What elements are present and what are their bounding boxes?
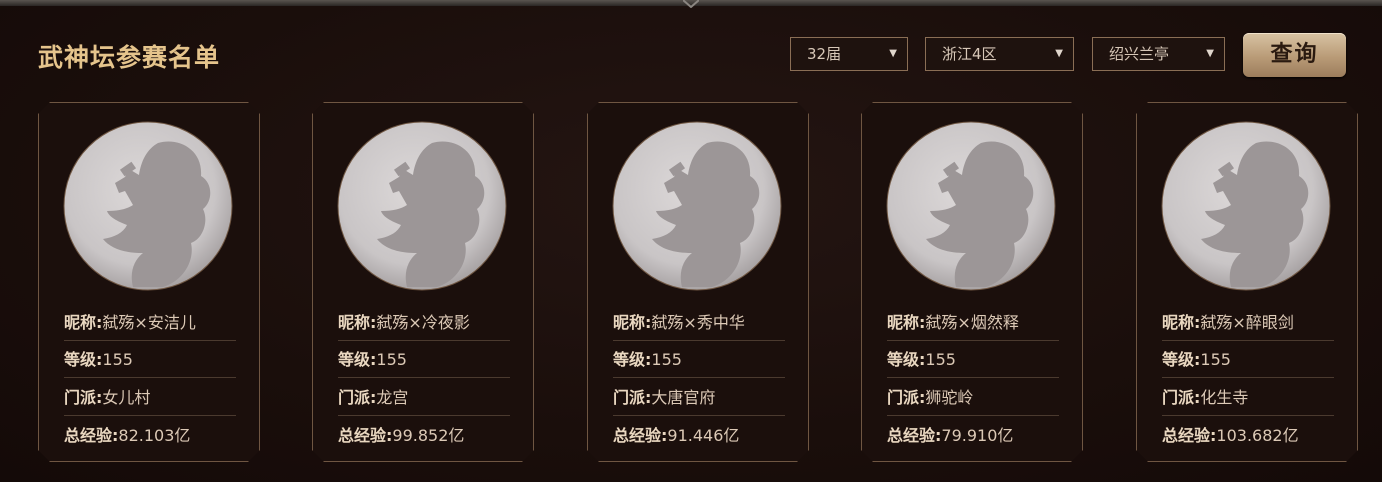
school-label: 门派: [887, 388, 926, 407]
school-label: 门派: [64, 388, 103, 407]
level-label: 等级: [1162, 350, 1201, 369]
level-row: 等级:155 [64, 341, 236, 378]
player-card[interactable]: 昵称:弑殇×醉眼剑 等级:155 门派:化生寺 总经验:103.682亿 [1136, 102, 1358, 462]
exp-value: 82.103亿 [118, 426, 191, 445]
level-row: 等级:155 [338, 341, 510, 378]
nickname-row: 昵称:弑殇×冷夜影 [338, 304, 510, 341]
region-select-value: 浙江4区 [942, 45, 997, 63]
level-label: 等级: [64, 350, 103, 369]
query-button[interactable]: 查询 [1243, 33, 1346, 77]
school-value: 化生寺 [1200, 388, 1249, 407]
nickname-label: 昵称: [1162, 313, 1201, 332]
exp-value: 79.910亿 [941, 426, 1014, 445]
level-row: 等级:155 [1162, 341, 1334, 378]
exp-label: 总经验: [887, 426, 942, 445]
school-value: 狮驼岭 [925, 388, 974, 407]
school-row: 门派:狮驼岭 [887, 379, 1059, 416]
exp-label: 总经验: [64, 426, 119, 445]
nickname-value: 弑殇×秀中华 [651, 313, 745, 332]
nickname-value: 弑殇×烟然释 [925, 313, 1019, 332]
level-value: 155 [925, 350, 956, 369]
nickname-value: 弑殇×安洁儿 [102, 313, 196, 332]
exp-row: 总经验:91.446亿 [613, 417, 785, 454]
exp-row: 总经验:103.682亿 [1162, 417, 1334, 454]
chevron-down-icon: ▼ [1206, 48, 1214, 59]
player-avatar [886, 121, 1056, 291]
exp-value: 91.446亿 [667, 426, 740, 445]
nickname-row: 昵称:弑殇×安洁儿 [64, 304, 236, 341]
exp-label: 总经验: [613, 426, 668, 445]
exp-value: 99.852亿 [392, 426, 465, 445]
school-label: 门派: [613, 388, 652, 407]
player-card[interactable]: 昵称:弑殇×秀中华 等级:155 门派:大唐官府 总经验:91.446亿 [587, 102, 809, 462]
exp-label: 总经验: [338, 426, 393, 445]
level-label: 等级: [338, 350, 377, 369]
nickname-row: 昵称:弑殇×烟然释 [887, 304, 1059, 341]
school-value: 女儿村 [102, 388, 151, 407]
nickname-value: 弑殇×冷夜影 [376, 313, 470, 332]
level-value: 155 [102, 350, 133, 369]
nickname-label: 昵称: [338, 313, 377, 332]
level-value: 155 [651, 350, 682, 369]
player-avatar [1161, 121, 1331, 291]
chevron-down-icon: ▼ [1055, 48, 1063, 59]
school-label: 门派: [1162, 388, 1201, 407]
player-card[interactable]: 昵称:弑殇×安洁儿 等级:155 门派:女儿村 总经验:82.103亿 [38, 102, 260, 462]
exp-label: 总经验: [1162, 426, 1217, 445]
nickname-label: 昵称: [613, 313, 652, 332]
school-value: 龙宫 [376, 388, 409, 407]
nickname-row: 昵称:弑殇×秀中华 [613, 304, 785, 341]
server-select-value: 绍兴兰亭 [1109, 45, 1170, 63]
school-row: 门派:大唐官府 [613, 379, 785, 416]
exp-row: 总经验:82.103亿 [64, 417, 236, 454]
season-select[interactable]: 32届 ▼ [790, 37, 908, 71]
season-select-value: 32届 [807, 45, 842, 63]
player-avatar [337, 121, 507, 291]
level-label: 等级: [613, 350, 652, 369]
nickname-label: 昵称: [887, 313, 926, 332]
player-card[interactable]: 昵称:弑殇×冷夜影 等级:155 门派:龙宫 总经验:99.852亿 [312, 102, 534, 462]
level-row: 等级:155 [887, 341, 1059, 378]
school-row: 门派:化生寺 [1162, 379, 1334, 416]
nickname-row: 昵称:弑殇×醉眼剑 [1162, 304, 1334, 341]
school-value: 大唐官府 [651, 388, 716, 407]
school-label: 门派: [338, 388, 377, 407]
level-label: 等级: [887, 350, 926, 369]
exp-row: 总经验:79.910亿 [887, 417, 1059, 454]
server-select[interactable]: 绍兴兰亭 ▼ [1092, 37, 1225, 71]
top-notch-ornament [683, 0, 699, 8]
player-avatar [63, 121, 233, 291]
level-value: 155 [1200, 350, 1231, 369]
level-value: 155 [376, 350, 407, 369]
nickname-value: 弑殇×醉眼剑 [1200, 313, 1294, 332]
nickname-label: 昵称: [64, 313, 103, 332]
page-title: 武神坛参赛名单 [38, 43, 221, 72]
exp-value: 103.682亿 [1216, 426, 1299, 445]
level-row: 等级:155 [613, 341, 785, 378]
region-select[interactable]: 浙江4区 ▼ [925, 37, 1074, 71]
school-row: 门派:女儿村 [64, 379, 236, 416]
school-row: 门派:龙宫 [338, 379, 510, 416]
player-card[interactable]: 昵称:弑殇×烟然释 等级:155 门派:狮驼岭 总经验:79.910亿 [861, 102, 1083, 462]
chevron-down-icon: ▼ [889, 48, 897, 59]
exp-row: 总经验:99.852亿 [338, 417, 510, 454]
player-avatar [612, 121, 782, 291]
